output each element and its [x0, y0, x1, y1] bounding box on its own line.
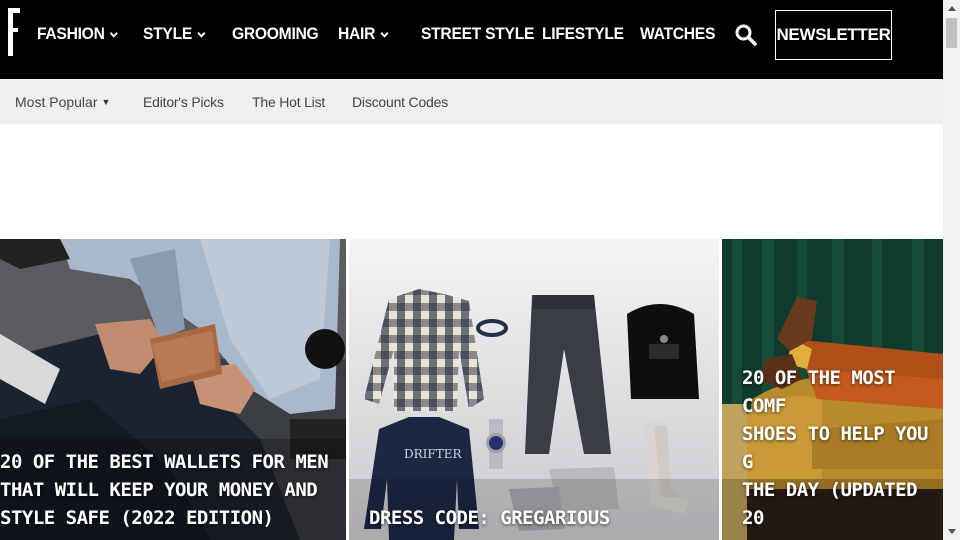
- nav-item-label: GROOMING: [232, 24, 319, 43]
- chevron-down-icon: [197, 31, 206, 38]
- subnav-editors-picks[interactable]: Editor's Picks: [143, 79, 224, 124]
- nav-item-label: HAIR: [338, 24, 376, 43]
- nav-item-label: FASHION: [37, 24, 105, 43]
- subnav-most-popular[interactable]: Most Popular ▼: [15, 79, 110, 124]
- scrollbar-thumb[interactable]: [946, 18, 957, 48]
- newsletter-label: NEWSLETTER: [776, 25, 891, 44]
- nav-item-street-style[interactable]: STREET STYLE: [421, 0, 534, 68]
- sub-navigation: Most Popular ▼ Editor's Picks The Hot Li…: [0, 79, 943, 124]
- sweater-print-text: DRIFTER: [404, 447, 462, 461]
- vertical-scrollbar[interactable]: [943, 0, 960, 540]
- newsletter-button[interactable]: NEWSLETTER: [775, 10, 892, 60]
- article-card-wallets[interactable]: 20 OF THE BEST WALLETS FOR MEN THAT WILL…: [0, 239, 346, 540]
- nav-item-style[interactable]: STYLE: [143, 0, 206, 68]
- subnav-label: Most Popular: [15, 93, 98, 110]
- article-image-dress-code: DRIFTER: [349, 239, 719, 540]
- nav-item-label: STYLE: [143, 24, 193, 43]
- nav-item-grooming[interactable]: GROOMING: [232, 0, 319, 68]
- subnav-label: Editor's Picks: [143, 93, 224, 110]
- article-card-dress-code[interactable]: DRIFTER DRESS CODE: GREGARIOUS: [349, 239, 719, 540]
- subnav-label: Discount Codes: [352, 93, 449, 110]
- nav-item-label: WATCHES: [640, 24, 716, 43]
- article-title: 20 OF THE BEST WALLETS FOR MEN THAT WILL…: [0, 451, 329, 529]
- subnav-discount-codes[interactable]: Discount Codes: [352, 79, 448, 124]
- caret-down-icon: ▼: [101, 96, 111, 107]
- article-card-shoes[interactable]: 20 OF THE MOST COMF SHOES TO HELP YOU G …: [722, 239, 943, 540]
- nav-item-label: STREET STYLE: [421, 24, 535, 43]
- subnav-label: The Hot List: [252, 93, 326, 110]
- ad-space: [0, 124, 943, 239]
- chevron-down-icon: [110, 31, 119, 38]
- subnav-hot-list[interactable]: The Hot List: [252, 79, 325, 124]
- nav-item-hair[interactable]: HAIR: [338, 0, 389, 68]
- nav-item-watches[interactable]: WATCHES: [640, 0, 715, 68]
- article-title: 20 OF THE MOST COMF SHOES TO HELP YOU G …: [742, 367, 928, 529]
- article-title: DRESS CODE: GREGARIOUS: [369, 507, 610, 529]
- article-cards: 20 OF THE BEST WALLETS FOR MEN THAT WILL…: [0, 239, 943, 540]
- nav-item-fashion[interactable]: FASHION: [37, 0, 119, 68]
- top-navigation: FASHION STYLE GROOMING HAIR STREET STYLE…: [0, 0, 943, 79]
- nav-item-label: LIFESTYLE: [542, 24, 624, 43]
- scroll-up-arrow-icon[interactable]: [943, 0, 960, 17]
- scroll-down-arrow-icon[interactable]: [943, 523, 960, 540]
- search-icon[interactable]: [735, 24, 757, 46]
- nav-item-lifestyle[interactable]: LIFESTYLE: [542, 0, 624, 68]
- site-logo[interactable]: [8, 8, 20, 56]
- chevron-down-icon: [380, 31, 389, 38]
